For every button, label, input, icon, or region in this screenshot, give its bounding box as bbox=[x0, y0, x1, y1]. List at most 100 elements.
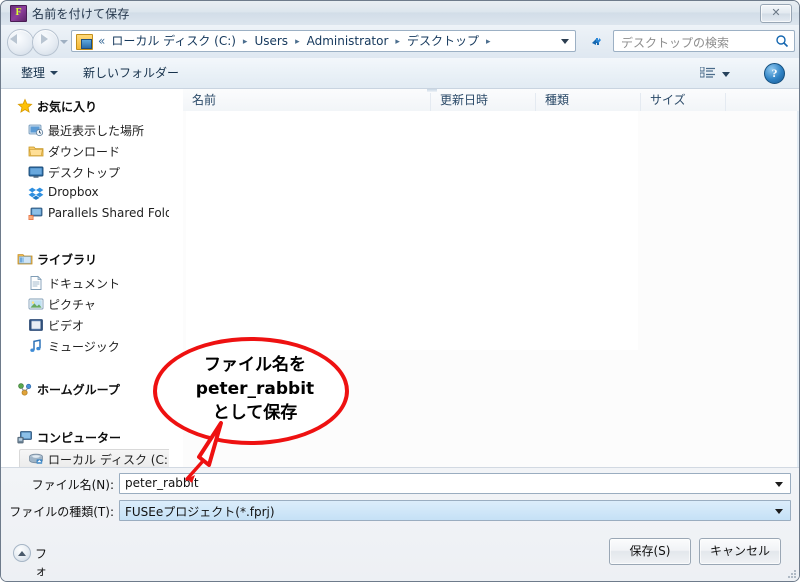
help-button[interactable]: ? bbox=[764, 63, 785, 84]
save-button[interactable]: 保存(S) bbox=[609, 538, 691, 565]
sidebar-item-parallels-shared-folder[interactable]: Parallels Shared Folde bbox=[1, 204, 169, 225]
sidebar-item-dropbox[interactable]: Dropbox bbox=[1, 183, 169, 204]
breadcrumb: «ローカル ディスク (C:) ▸ Users ▸ Administrator ▸ デスクト… bbox=[96, 31, 495, 51]
filetype-select[interactable]: FUSEeプロジェクト(*.fprj) bbox=[119, 500, 791, 521]
breadcrumb-sep-3[interactable]: ▸ bbox=[481, 32, 496, 53]
downloads-folder-icon bbox=[28, 143, 44, 159]
close-button[interactable]: ✕ bbox=[760, 4, 792, 23]
history-dropdown-icon[interactable] bbox=[60, 40, 68, 44]
breadcrumb-item-1[interactable]: Users bbox=[252, 31, 290, 52]
sidebar-item-music[interactable]: ミュージック bbox=[1, 336, 169, 357]
sidebar-item-documents[interactable]: ドキュメント bbox=[1, 273, 169, 294]
navigation-pane: お気に入り 最近表示した場所 ダウンロード デスクトップ Dropbox Par… bbox=[1, 89, 169, 467]
sidebar-item-label: 最近表示した場所 bbox=[48, 124, 145, 138]
sidebar-group-favorites[interactable]: お気に入り bbox=[1, 96, 169, 118]
refresh-button[interactable] bbox=[585, 30, 609, 54]
folder-icon bbox=[76, 34, 93, 50]
sidebar-item-label: ダウンロード bbox=[48, 145, 121, 159]
chevron-down-icon bbox=[722, 72, 730, 77]
save-form: ファイル名(N): peter_rabbit ファイルの種類(T): FUSEe… bbox=[1, 467, 799, 581]
star-icon bbox=[17, 98, 33, 114]
app-icon: F bbox=[10, 5, 27, 22]
search-placeholder-text: デスクトップの検索 bbox=[621, 36, 730, 50]
title-bar: F 名前を付けて保存 ✕ bbox=[1, 1, 799, 26]
file-list-empty-area bbox=[186, 111, 638, 350]
search-input[interactable]: デスクトップの検索 bbox=[613, 30, 795, 52]
chevron-down-icon bbox=[50, 71, 59, 75]
breadcrumb-sep-0[interactable]: ▸ bbox=[238, 32, 253, 53]
filetype-label: ファイルの種類(T): bbox=[9, 505, 114, 519]
breadcrumb-sep-1[interactable]: ▸ bbox=[290, 32, 305, 53]
annotation-text: ファイル名を peter_rabbit として保存 bbox=[157, 353, 353, 425]
desktop-icon bbox=[28, 164, 44, 180]
address-dropdown-icon[interactable] bbox=[561, 39, 569, 44]
column-header-name[interactable]: 名前 bbox=[183, 93, 430, 111]
organize-label: 整理 bbox=[21, 66, 46, 80]
save-as-dialog: F 名前を付けて保存 ✕ «ローカル ディスク (C:) ▸ Users ▸ Admin… bbox=[0, 0, 800, 582]
recent-places-icon bbox=[28, 122, 44, 138]
sidebar-item-recent-places[interactable]: 最近表示した場所 bbox=[1, 120, 169, 141]
breadcrumb-item-2[interactable]: Administrator bbox=[305, 31, 391, 52]
sidebar-group-label: ホームグループ bbox=[37, 383, 120, 397]
sidebar-group-label: ライブラリ bbox=[37, 253, 98, 267]
resize-grip-icon[interactable] bbox=[786, 568, 797, 579]
sidebar-item-local-disk-c[interactable]: ローカル ディスク (C: bbox=[1, 449, 169, 467]
sidebar-group-homegroup[interactable]: ホームグループ bbox=[1, 379, 169, 401]
hide-folders-label: フォルダーの非表示 bbox=[35, 547, 48, 578]
shared-folder-icon bbox=[28, 206, 44, 222]
column-header-type[interactable]: 種類 bbox=[535, 93, 640, 111]
sidebar-item-label: Parallels Shared Folde bbox=[48, 206, 169, 220]
breadcrumb-overflow-icon[interactable]: « bbox=[96, 31, 109, 52]
sidebar-item-label: ドキュメント bbox=[48, 277, 121, 291]
chevron-down-icon[interactable] bbox=[775, 482, 783, 487]
new-folder-button[interactable]: 新しいフォルダー bbox=[77, 64, 185, 83]
window-title: 名前を付けて保存 bbox=[32, 7, 130, 21]
breadcrumb-item-3[interactable]: デスクトップ bbox=[405, 31, 481, 52]
forward-arrow-icon bbox=[41, 34, 48, 44]
sidebar-item-desktop[interactable]: デスクトップ bbox=[1, 162, 169, 183]
close-icon: ✕ bbox=[771, 7, 781, 19]
breadcrumb-item-0[interactable]: ローカル ディスク (C:) bbox=[109, 31, 238, 52]
homegroup-icon bbox=[17, 381, 33, 397]
back-arrow-icon bbox=[10, 34, 17, 44]
sidebar-group-label: コンピューター bbox=[37, 431, 122, 445]
column-header-date-modified[interactable]: 更新日時 bbox=[430, 93, 535, 111]
navigation-bar: «ローカル ディスク (C:) ▸ Users ▸ Administrator ▸ デスクト… bbox=[1, 25, 799, 59]
chevron-up-circle-icon bbox=[13, 544, 31, 562]
filetype-value: FUSEeプロジェクト(*.fprj) bbox=[125, 505, 275, 519]
sidebar-item-label: ミュージック bbox=[48, 340, 120, 354]
sidebar-item-downloads[interactable]: ダウンロード bbox=[1, 141, 169, 162]
sidebar-group-libraries[interactable]: ライブラリ bbox=[1, 249, 169, 271]
sidebar-group-label: お気に入り bbox=[37, 100, 98, 114]
search-icon bbox=[775, 34, 789, 48]
change-view-button[interactable] bbox=[698, 64, 734, 83]
toolbar: 整理 新しいフォルダー ? bbox=[1, 58, 799, 89]
column-header-size[interactable]: サイズ bbox=[640, 93, 725, 111]
sidebar-item-label: ピクチャ bbox=[48, 298, 96, 312]
content-area: お気に入り 最近表示した場所 ダウンロード デスクトップ Dropbox Par… bbox=[1, 89, 799, 467]
sidebar-item-videos[interactable]: ビデオ bbox=[1, 315, 169, 336]
annotation-line-0: ファイル名を bbox=[204, 355, 306, 375]
list-view-icon bbox=[699, 66, 716, 80]
column-header-spacer[interactable] bbox=[725, 93, 799, 111]
libraries-icon bbox=[17, 251, 33, 267]
pictures-icon bbox=[28, 296, 44, 312]
refresh-icon bbox=[586, 31, 608, 53]
music-icon bbox=[28, 338, 44, 354]
computer-icon bbox=[17, 429, 33, 445]
breadcrumb-sep-2[interactable]: ▸ bbox=[390, 32, 405, 53]
organize-button[interactable]: 整理 bbox=[15, 64, 64, 83]
dropbox-icon bbox=[28, 185, 44, 201]
chevron-down-icon[interactable] bbox=[775, 509, 783, 514]
sidebar-item-pictures[interactable]: ピクチャ bbox=[1, 294, 169, 315]
sidebar-item-label: ビデオ bbox=[48, 319, 85, 333]
sidebar-item-label: ローカル ディスク (C: bbox=[48, 453, 168, 467]
sidebar-item-label: デスクトップ bbox=[48, 166, 121, 180]
sort-indicator-icon bbox=[427, 89, 437, 92]
callout-arrow-icon bbox=[169, 421, 239, 487]
cancel-button[interactable]: キャンセル bbox=[699, 538, 781, 565]
address-bar[interactable]: «ローカル ディスク (C:) ▸ Users ▸ Administrator ▸ デスクト… bbox=[71, 30, 576, 52]
sidebar-item-label: Dropbox bbox=[48, 185, 99, 199]
videos-icon bbox=[28, 317, 44, 333]
sidebar-group-computer[interactable]: コンピューター bbox=[1, 427, 169, 449]
